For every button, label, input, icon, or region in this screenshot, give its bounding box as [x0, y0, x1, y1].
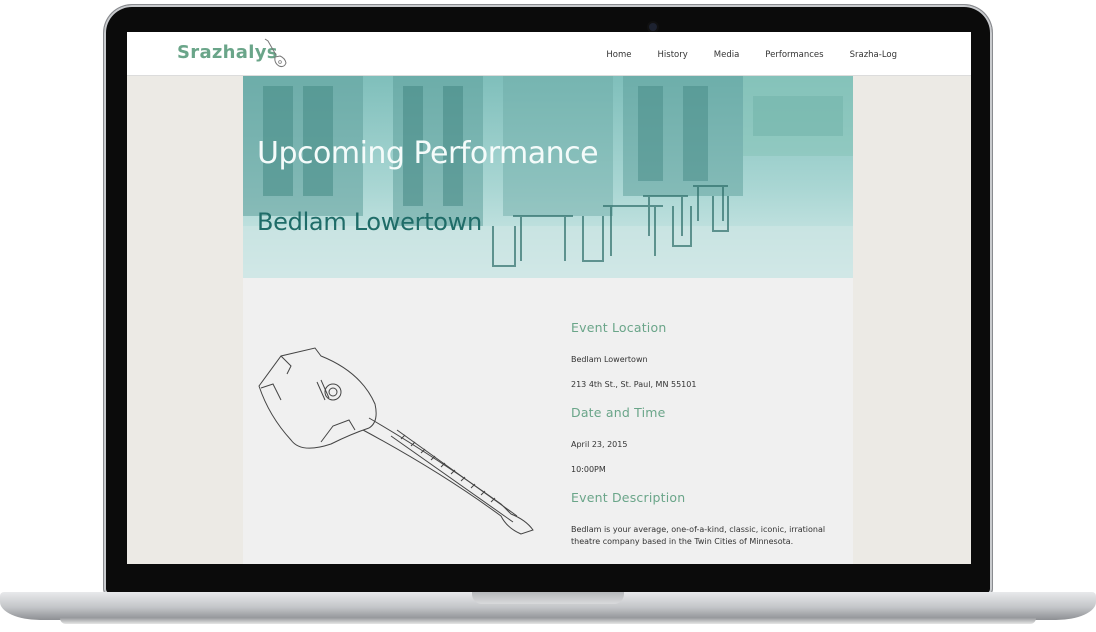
laptop-foot	[60, 618, 1036, 624]
description-text: Bedlam is your average, one-of-a-kind, c…	[571, 525, 826, 546]
laptop-notch	[472, 592, 624, 604]
nav-home[interactable]: Home	[606, 50, 631, 60]
datetime-heading: Date and Time	[571, 405, 666, 420]
hero-photo	[243, 76, 853, 278]
date-text: April 23, 2015	[571, 440, 628, 449]
nav-srazha-log[interactable]: Srazha-Log	[850, 50, 897, 60]
time-text: 10:00PM	[571, 465, 606, 474]
screen: Srazhalys Home History Media Performance…	[127, 32, 971, 564]
balalaika-sketch-icon	[258, 347, 534, 535]
main-nav: Home History Media Performances Srazha-L…	[606, 50, 897, 60]
location-heading: Event Location	[571, 320, 667, 335]
hero-subtitle: Bedlam Lowertown	[257, 208, 482, 236]
hero-banner: Upcoming Performance Bedlam Lowertown	[243, 76, 853, 278]
description-heading: Event Description	[571, 490, 686, 505]
nav-media[interactable]: Media	[714, 50, 740, 60]
nav-performances[interactable]: Performances	[765, 50, 823, 60]
address-text: 213 4th St., St. Paul, MN 55101	[571, 380, 697, 389]
balalaika-logo-icon	[264, 38, 287, 68]
camera-icon	[649, 23, 657, 31]
hero-title: Upcoming Performance	[257, 136, 599, 171]
nav-history[interactable]: History	[658, 50, 688, 60]
site-header: Srazhalys Home History Media Performance…	[127, 32, 971, 76]
event-details: Event Location Bedlam Lowertown 213 4th …	[571, 320, 841, 548]
venue-text: Bedlam Lowertown	[571, 355, 648, 364]
content-area: Upcoming Performance Bedlam Lowertown Ev…	[243, 76, 853, 564]
